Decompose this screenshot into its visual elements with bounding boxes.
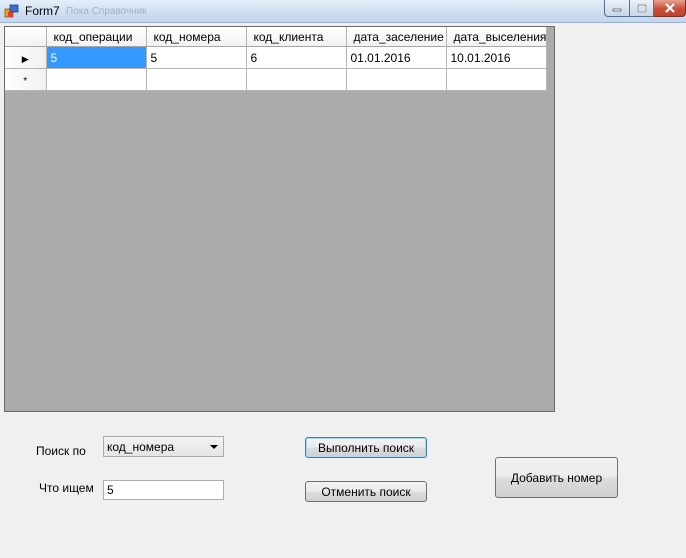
column-header-room-id[interactable]: код_номера: [146, 27, 247, 47]
close-button[interactable]: [654, 0, 686, 17]
grid-table: код_операции код_номера код_клиента дата…: [5, 27, 548, 91]
column-header-client-id[interactable]: код_клиента: [246, 27, 347, 47]
query-label: Что ищем: [39, 481, 94, 495]
execute-search-button[interactable]: Выполнить поиск: [305, 437, 427, 458]
window-title: Form7: [25, 4, 60, 18]
row-header[interactable]: ▶: [5, 46, 47, 69]
new-row-cell[interactable]: [446, 68, 548, 91]
minimize-button[interactable]: [604, 0, 630, 17]
window-controls: [604, 0, 686, 18]
add-room-button[interactable]: Добавить номер: [495, 457, 618, 498]
cell-checkin-date[interactable]: 01.01.2016: [346, 46, 447, 69]
maximize-icon: [636, 3, 647, 13]
new-row[interactable]: *: [5, 68, 548, 91]
search-field-dropdown[interactable]: код_номера: [103, 436, 224, 457]
maximize-button[interactable]: [630, 0, 654, 17]
cell-client-id[interactable]: 6: [246, 46, 347, 69]
cancel-search-button[interactable]: Отменить поиск: [305, 481, 427, 502]
grid-corner-cell[interactable]: [5, 27, 47, 47]
data-grid[interactable]: код_операции код_номера код_клиента дата…: [4, 26, 555, 412]
dropdown-arrow-icon: [210, 445, 218, 449]
cell-room-id[interactable]: 5: [146, 46, 247, 69]
column-header-checkin-date[interactable]: дата_заселение: [346, 27, 447, 47]
new-row-cell[interactable]: [46, 68, 147, 91]
search-query-input[interactable]: [103, 480, 224, 500]
new-row-cell[interactable]: [346, 68, 447, 91]
close-icon: [664, 3, 675, 13]
table-row[interactable]: ▶ 5 5 6 01.01.2016 10.01.2016: [5, 46, 548, 69]
cell-checkout-date[interactable]: 10.01.2016: [446, 46, 548, 69]
current-row-arrow-icon: ▶: [21, 53, 29, 64]
new-row-header[interactable]: *: [5, 68, 47, 91]
grid-header-row: код_операции код_номера код_клиента дата…: [5, 27, 548, 47]
new-row-cell[interactable]: [146, 68, 247, 91]
column-header-operation-id[interactable]: код_операции: [46, 27, 147, 47]
search-by-label: Поиск по: [36, 444, 86, 458]
title-bar[interactable]: Form7 Пока Справочник: [0, 0, 686, 23]
new-row-star-icon: *: [23, 75, 28, 87]
search-field-selected-value: код_номера: [107, 440, 175, 454]
column-header-checkout-date[interactable]: дата_выселения: [446, 27, 548, 47]
minimize-icon: [612, 8, 622, 12]
new-row-cell[interactable]: [246, 68, 347, 91]
background-window-title: Пока Справочник: [66, 6, 147, 17]
app-icon: [4, 4, 19, 18]
cell-operation-id[interactable]: 5: [46, 46, 147, 69]
